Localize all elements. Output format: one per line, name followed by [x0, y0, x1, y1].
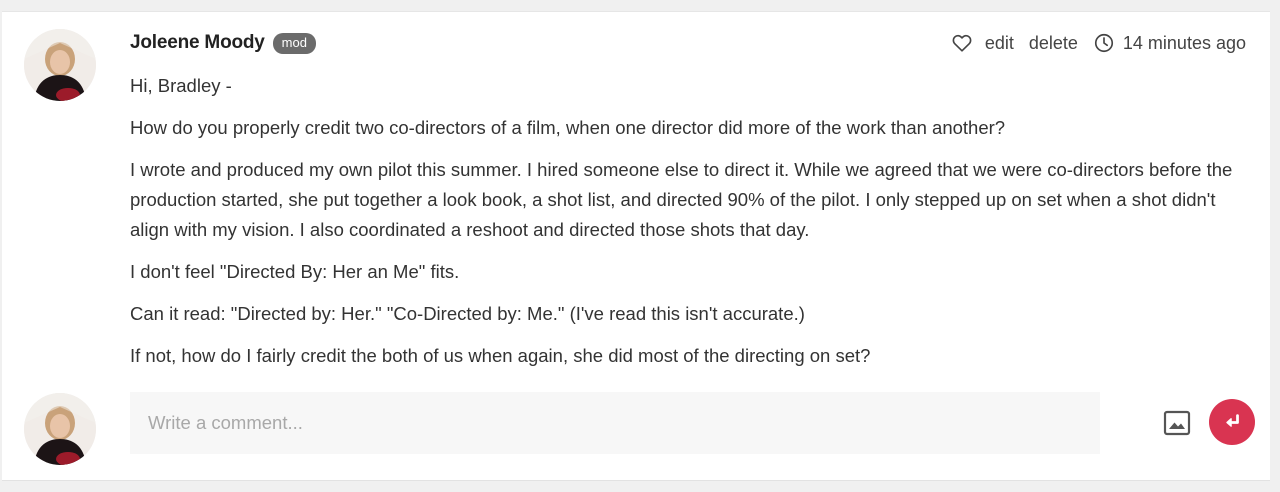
author-name[interactable]: Joleene Moody — [130, 32, 265, 54]
author-line: Joleene Moody mod — [130, 30, 316, 56]
edit-link[interactable]: edit — [985, 33, 1014, 54]
comment-input[interactable] — [130, 392, 1100, 454]
post-meta: edit delete 14 minutes ago — [951, 30, 1246, 56]
heart-icon[interactable] — [951, 32, 973, 54]
send-comment-button[interactable] — [1209, 399, 1255, 445]
delete-link[interactable]: delete — [1029, 33, 1078, 54]
author-avatar[interactable] — [24, 29, 96, 101]
post-card: Joleene Moody mod edit delete 14 minutes… — [2, 11, 1270, 481]
moderator-badge: mod — [272, 32, 316, 54]
post-paragraph: I don't feel "Directed By: Her an Me" fi… — [130, 261, 460, 282]
commenter-avatar — [24, 393, 96, 465]
avatar-photo — [24, 393, 96, 465]
post-paragraph: I wrote and produced my own pilot this s… — [130, 159, 1233, 240]
post-paragraph: How do you properly credit two co-direct… — [130, 117, 1006, 138]
enter-arrow-icon — [1226, 414, 1239, 427]
clock-icon — [1093, 32, 1115, 54]
avatar-photo — [24, 29, 96, 101]
post-timestamp: 14 minutes ago — [1122, 32, 1246, 53]
post-paragraph: Hi, Bradley - — [130, 75, 232, 96]
post-paragraph: If not, how do I fairly credit the both … — [130, 345, 871, 366]
image-icon[interactable] — [1162, 408, 1192, 438]
post-body: Hi, Bradley - How do you properly credit… — [130, 71, 1250, 383]
post-paragraph: Can it read: "Directed by: Her." "Co-Dir… — [130, 303, 805, 324]
